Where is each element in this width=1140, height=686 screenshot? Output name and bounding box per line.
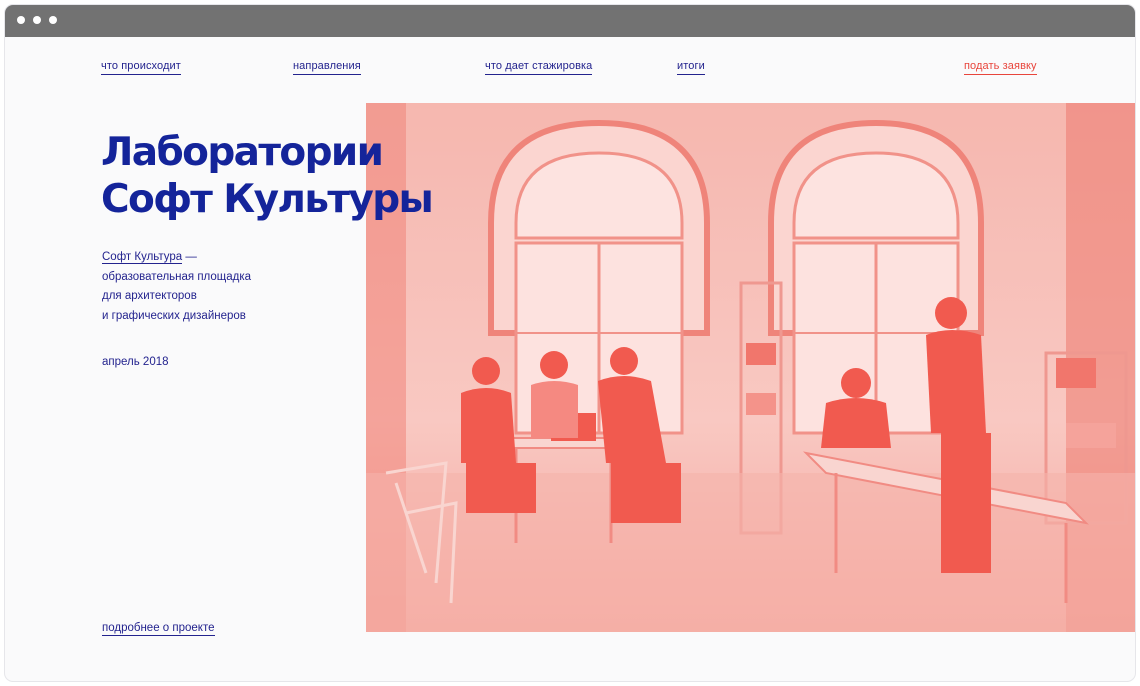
title-line: Софт Культуры xyxy=(101,177,434,222)
apply-button[interactable]: подать заявку xyxy=(964,59,1037,75)
desc-line: образовательная площадка xyxy=(102,270,252,283)
more-about-project-link[interactable]: подробнее о проекте xyxy=(102,622,215,636)
desc-line: для архитекторов xyxy=(102,290,197,302)
nav-link-what-happens[interactable]: что происходит xyxy=(101,59,181,75)
brand-link[interactable]: Софт Культура xyxy=(102,251,183,264)
page-title: Лаборатории Софт Культуры xyxy=(101,129,434,223)
window-dot-icon[interactable] xyxy=(49,16,57,24)
event-date: апрель 2018 xyxy=(102,356,169,368)
hero-photo xyxy=(366,103,1135,632)
desc-line: и графических дизайнеров xyxy=(102,309,246,322)
nav-link-results[interactable]: итоги xyxy=(677,59,705,75)
title-line: Лаборатории xyxy=(101,130,384,175)
desc-dash: — xyxy=(182,251,197,263)
project-description: Софт Культура — образовательная площадка… xyxy=(102,248,251,326)
window-titlebar xyxy=(5,5,1135,37)
nav-link-directions[interactable]: направления xyxy=(293,59,361,75)
browser-window: что происходит направления что дает стаж… xyxy=(5,5,1135,681)
nav-link-internship-benefits[interactable]: что дает стажировка xyxy=(485,59,593,75)
window-dot-icon[interactable] xyxy=(17,16,25,24)
window-dot-icon[interactable] xyxy=(33,16,41,24)
